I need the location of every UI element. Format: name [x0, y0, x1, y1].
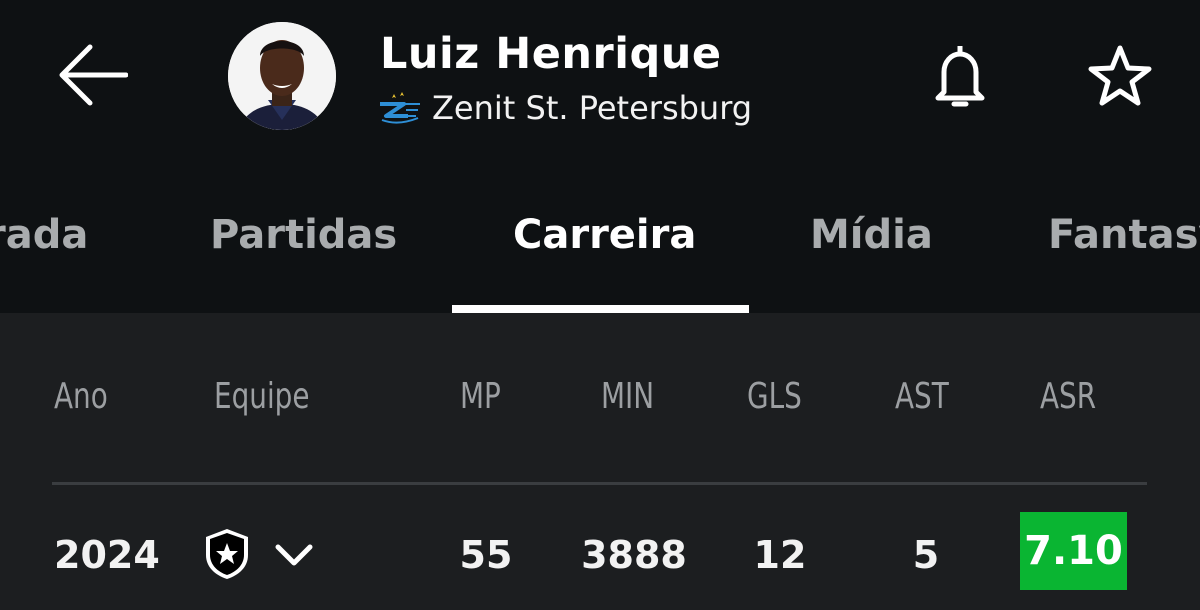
- tab-fantasy[interactable]: Fantasy: [1048, 210, 1200, 260]
- row-ast: 5: [912, 533, 940, 577]
- bell-icon: [935, 46, 985, 107]
- column-header-mp[interactable]: MP: [460, 375, 501, 419]
- favorite-button[interactable]: [1084, 40, 1156, 112]
- header-divider: [52, 482, 1147, 485]
- notifications-button[interactable]: [930, 40, 990, 112]
- column-header-team[interactable]: Equipe: [214, 375, 310, 419]
- row-gls: 12: [753, 533, 807, 577]
- player-avatar: [228, 22, 336, 130]
- expand-row-button[interactable]: [270, 533, 318, 577]
- club-row[interactable]: Zenit St. Petersburg: [378, 86, 752, 130]
- column-header-min[interactable]: MIN: [601, 375, 654, 419]
- player-header: Luiz Henrique Zenit St. Petersburg rada …: [0, 0, 1200, 313]
- column-header-year[interactable]: Ano: [54, 375, 108, 419]
- botafogo-crest-icon: [206, 529, 248, 579]
- player-name: Luiz Henrique: [380, 29, 722, 79]
- tab-matches[interactable]: Partidas: [210, 210, 397, 260]
- tab-career[interactable]: Carreira: [513, 210, 696, 260]
- tab-overview[interactable]: rada: [0, 210, 88, 260]
- column-header-gls[interactable]: GLS: [747, 375, 802, 419]
- club-name: Zenit St. Petersburg: [432, 89, 753, 127]
- back-button[interactable]: [52, 40, 132, 110]
- rating-value: 7.10: [1024, 528, 1123, 574]
- row-year: 2024: [54, 533, 160, 577]
- active-tab-indicator: [452, 305, 749, 313]
- tab-bar: rada Partidas Carreira Mídia Fantasy: [0, 200, 1200, 313]
- column-header-asr[interactable]: ASR: [1040, 375, 1096, 419]
- career-table: Ano Equipe MP MIN GLS AST ASR 2024 55 38…: [0, 313, 1200, 610]
- arrow-left-icon: [59, 44, 128, 106]
- star-outline-icon: [1088, 45, 1152, 106]
- chevron-down-icon: [275, 544, 313, 566]
- zenit-logo-icon: [380, 92, 420, 124]
- row-min: 3888: [581, 533, 687, 577]
- row-mp: 55: [459, 533, 513, 577]
- column-header-ast[interactable]: AST: [895, 375, 949, 419]
- rating-badge: 7.10: [1020, 512, 1127, 590]
- tab-media[interactable]: Mídia: [810, 210, 933, 260]
